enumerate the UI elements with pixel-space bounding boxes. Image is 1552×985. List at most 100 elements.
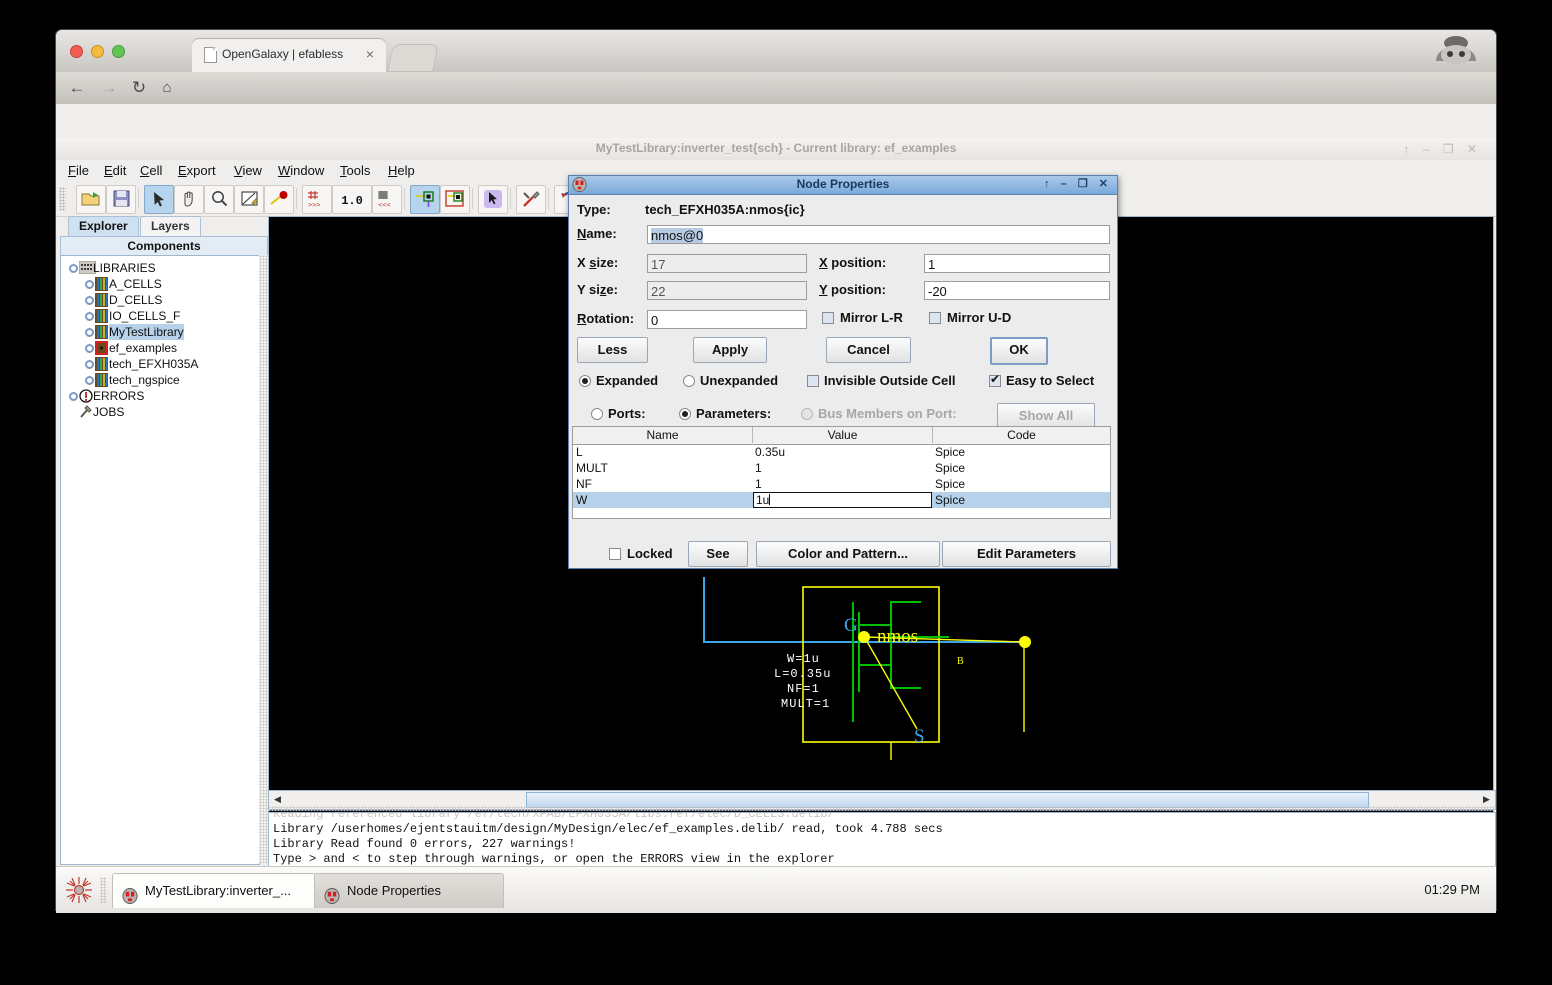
easy-to-select-checkbox[interactable] bbox=[989, 372, 1001, 387]
dialog-titlebar[interactable]: Node Properties ↑ – ❐ ✕ bbox=[569, 176, 1117, 195]
parameter-row[interactable]: NF 1 Spice bbox=[573, 476, 1110, 492]
outline-edit-icon[interactable] bbox=[234, 185, 264, 214]
tab-layers[interactable]: Layers bbox=[140, 216, 201, 236]
taskbar-clock: 01:29 PM bbox=[1424, 882, 1480, 897]
taskbar-item-schematic[interactable]: MyTestLibrary:inverter_... bbox=[112, 873, 316, 908]
mirror-lr-checkbox[interactable] bbox=[822, 312, 834, 324]
menu-cell[interactable]: Cell bbox=[136, 162, 166, 179]
menu-file[interactable]: File bbox=[64, 162, 93, 179]
zoom-magnifier-icon[interactable] bbox=[204, 185, 234, 214]
taskbar-grip[interactable] bbox=[100, 877, 107, 903]
library-tree[interactable]: LIBRARIES A_CELLS D_CELLS IO_CELLS_F MyTestL… bbox=[60, 255, 260, 865]
panel-splitter[interactable] bbox=[268, 806, 1494, 811]
color-and-pattern-button[interactable]: Color and Pattern... bbox=[756, 541, 940, 567]
menu-tools[interactable]: Tools bbox=[336, 162, 374, 179]
browser-tab[interactable]: OpenGalaxy | efabless × bbox=[192, 39, 386, 72]
zoom-level-field[interactable]: 1.0 bbox=[332, 185, 372, 214]
tree-expander-icon[interactable] bbox=[85, 344, 94, 353]
screen: OpenGalaxy | efabless × ← → ↻ ⌂ MyTestLi… bbox=[0, 0, 1552, 985]
close-tab-icon[interactable]: × bbox=[366, 46, 374, 62]
browser-navbar: ← → ↻ ⌂ https://demo.efabless.com/galaxy… bbox=[56, 72, 1496, 144]
message-line: Library Read found 0 errors, 227 warning… bbox=[273, 837, 576, 851]
select-area-icon[interactable] bbox=[440, 185, 470, 214]
menu-edit[interactable]: Edit bbox=[100, 162, 130, 179]
parameter-value-editor[interactable]: 1u bbox=[753, 492, 932, 508]
tree-expander-icon[interactable] bbox=[85, 280, 94, 289]
new-tab-button[interactable] bbox=[387, 44, 439, 72]
back-button[interactable]: ← bbox=[64, 76, 90, 100]
xpos-field[interactable]: 1 bbox=[924, 254, 1110, 273]
pan-hand-icon[interactable] bbox=[174, 185, 204, 214]
cancel-button[interactable]: Cancel bbox=[826, 337, 911, 363]
minimize-window-button[interactable] bbox=[91, 45, 104, 58]
dialog-window-buttons[interactable]: ↑ – ❐ ✕ bbox=[1044, 177, 1112, 190]
select-objects-icon[interactable] bbox=[410, 185, 440, 214]
menu-export[interactable]: Export bbox=[174, 162, 220, 179]
message-line: Type > and < to step through warnings, o… bbox=[273, 852, 835, 866]
maximize-window-button[interactable] bbox=[112, 45, 125, 58]
save-library-icon[interactable] bbox=[106, 185, 136, 214]
pointer-special-icon[interactable] bbox=[478, 185, 508, 214]
edit-parameters-button[interactable]: Edit Parameters bbox=[942, 541, 1111, 567]
parameters-table[interactable]: Name Value Code L 0.35u Spice MULT 1 Spice NF 1… bbox=[572, 426, 1111, 519]
tree-expander-icon[interactable] bbox=[85, 312, 94, 321]
tree-expander-icon[interactable] bbox=[85, 376, 94, 385]
invisible-outside-cell-checkbox[interactable] bbox=[807, 375, 819, 387]
tree-item-label: JOBS bbox=[93, 405, 125, 419]
unexpanded-radio[interactable] bbox=[683, 375, 695, 387]
column-header-code[interactable]: Code bbox=[933, 427, 1110, 443]
close-window-button[interactable] bbox=[70, 45, 83, 58]
tree-expander-icon[interactable] bbox=[85, 296, 94, 305]
parameter-row[interactable]: W 1u Spice bbox=[573, 492, 1110, 508]
menu-window[interactable]: Window bbox=[274, 162, 328, 179]
grid-bigger-icon[interactable]: >>> bbox=[302, 185, 332, 214]
svg-text:W=1u: W=1u bbox=[787, 652, 820, 666]
forward-button[interactable]: → bbox=[96, 76, 122, 100]
tree-expander-icon[interactable] bbox=[69, 392, 78, 401]
locked-label: Locked bbox=[627, 546, 673, 561]
dialog-title: Node Properties bbox=[796, 177, 890, 191]
less-button[interactable]: Less bbox=[577, 337, 648, 363]
home-button[interactable]: ⌂ bbox=[154, 76, 180, 100]
grid-smaller-icon[interactable]: <<< bbox=[372, 185, 402, 214]
column-header-name[interactable]: Name bbox=[573, 427, 753, 443]
ok-button[interactable]: OK bbox=[990, 337, 1048, 365]
toolbar-grip[interactable] bbox=[59, 187, 66, 211]
menu-view[interactable]: View bbox=[230, 162, 266, 179]
open-library-icon[interactable] bbox=[76, 185, 106, 214]
name-field[interactable]: nmos@0 bbox=[647, 225, 1110, 244]
svg-text:S: S bbox=[914, 726, 925, 747]
tools-icon[interactable] bbox=[516, 185, 546, 214]
apply-button[interactable]: Apply bbox=[693, 337, 767, 363]
parameter-value: 0.35u bbox=[755, 445, 786, 459]
window-traffic-lights[interactable] bbox=[70, 45, 125, 58]
menu-help[interactable]: Help bbox=[384, 162, 419, 179]
taskbar-item-node-properties[interactable]: Node Properties bbox=[314, 873, 504, 908]
tree-expander-icon[interactable] bbox=[85, 360, 94, 369]
tab-explorer[interactable]: Explorer bbox=[68, 216, 139, 236]
select-arrow-icon[interactable] bbox=[144, 185, 174, 214]
parameter-row[interactable]: L 0.35u Spice bbox=[573, 444, 1110, 460]
see-button[interactable]: See bbox=[688, 541, 748, 567]
parameters-radio[interactable] bbox=[679, 408, 691, 420]
ports-radio[interactable] bbox=[591, 408, 603, 420]
scroll-left-arrow[interactable]: ◀ bbox=[271, 792, 284, 806]
app-window-buttons[interactable]: ↑ – ❐ ✕ bbox=[1404, 142, 1483, 156]
locked-checkbox[interactable] bbox=[609, 548, 621, 560]
column-header-value[interactable]: Value bbox=[753, 427, 933, 443]
mirror-ud-checkbox[interactable] bbox=[929, 312, 941, 324]
start-menu-icon[interactable] bbox=[64, 875, 94, 905]
scroll-right-arrow[interactable]: ▶ bbox=[1480, 792, 1493, 806]
expanded-radio[interactable] bbox=[579, 375, 591, 387]
tree-expander-icon[interactable] bbox=[85, 328, 94, 337]
type-label: Type: bbox=[577, 202, 611, 217]
reload-button[interactable]: ↻ bbox=[126, 76, 152, 100]
tree-expander-icon[interactable] bbox=[69, 264, 78, 273]
parameter-row[interactable]: MULT 1 Spice bbox=[573, 460, 1110, 476]
tree-item-label: IO_CELLS_F bbox=[109, 309, 181, 323]
ypos-field[interactable]: -20 bbox=[924, 281, 1110, 300]
incognito-icon bbox=[1430, 34, 1482, 70]
measure-probe-icon[interactable] bbox=[264, 185, 294, 214]
rotation-field[interactable]: 0 bbox=[647, 310, 807, 329]
app-title: MyTestLibrary:inverter_test{sch} - Curre… bbox=[595, 141, 957, 155]
